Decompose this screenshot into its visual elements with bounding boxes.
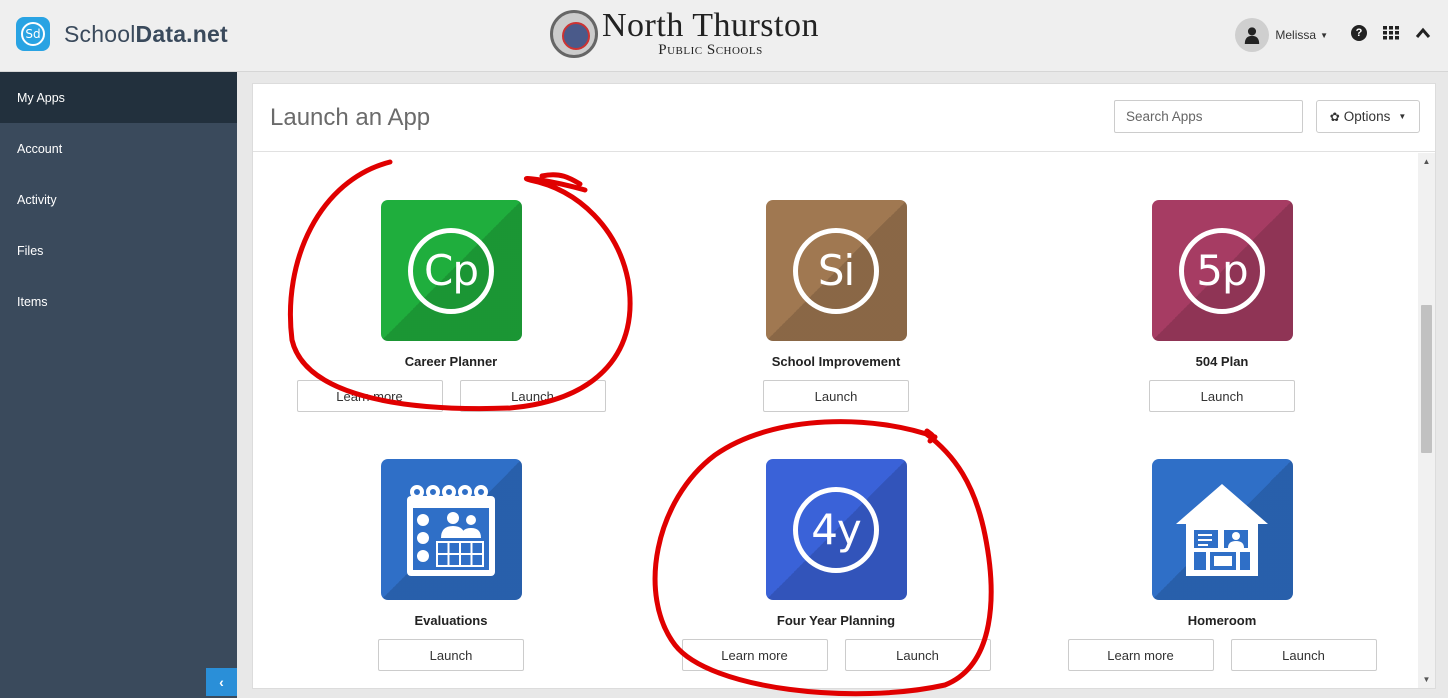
panel-header: Launch an App ✿ Options ▼ bbox=[253, 84, 1435, 152]
school-improvement-glyph: Si bbox=[793, 227, 879, 314]
brand-logo-text: Sd bbox=[21, 22, 45, 46]
caret-down-icon: ▼ bbox=[1398, 112, 1407, 121]
district-name: North Thurston bbox=[602, 7, 819, 44]
scroll-down-icon[interactable]: ▼ bbox=[1418, 671, 1435, 688]
launch-button[interactable]: Launch bbox=[763, 380, 909, 412]
brand[interactable]: Sd SchoolData.net bbox=[16, 17, 228, 51]
options-dropdown-button[interactable]: ✿ Options ▼ bbox=[1316, 100, 1420, 133]
user-name: Melissa bbox=[1275, 28, 1317, 42]
launch-app-panel: Launch an App ✿ Options ▼ Cp Career Plan… bbox=[252, 83, 1436, 689]
app-name: Evaluations bbox=[414, 613, 488, 628]
gear-icon: ✿ bbox=[1329, 109, 1340, 124]
chevron-up-icon[interactable] bbox=[1414, 24, 1432, 42]
district-subtitle: Public Schools bbox=[658, 42, 763, 58]
school-improvement-icon[interactable]: Si bbox=[765, 200, 907, 341]
evaluations-icon[interactable] bbox=[380, 459, 522, 600]
sidebar-item-label: Items bbox=[17, 294, 48, 309]
brand-name: SchoolData.net bbox=[64, 21, 228, 48]
options-label: Options bbox=[1343, 109, 1391, 124]
help-icon[interactable]: ? bbox=[1350, 24, 1368, 42]
sidebar-item-label: Activity bbox=[17, 192, 57, 207]
sidebar-item-label: My Apps bbox=[17, 90, 65, 105]
user-icon bbox=[1235, 18, 1270, 52]
sidebar-item-files[interactable]: Files bbox=[0, 225, 237, 276]
sidebar-item-items[interactable]: Items bbox=[0, 276, 237, 327]
apps-grid: Cp Career Planner Learn more Launch Si S… bbox=[253, 153, 1435, 688]
sidebar-item-account[interactable]: Account bbox=[0, 123, 237, 174]
app-name: School Improvement bbox=[771, 354, 901, 369]
brand-name-bold: Data.net bbox=[135, 20, 228, 47]
sidebar: My Apps Account Activity Files Items ‹ bbox=[0, 72, 237, 698]
schooldata-logo-icon: Sd bbox=[16, 17, 50, 51]
launch-button[interactable]: Launch bbox=[1149, 380, 1295, 412]
four-year-planning-icon[interactable]: 4y bbox=[765, 459, 907, 600]
launch-button[interactable]: Launch bbox=[1230, 639, 1377, 671]
app-name: 504 Plan bbox=[1195, 354, 1249, 369]
career-planner-glyph: Cp bbox=[408, 227, 494, 314]
scroll-up-icon[interactable]: ▲ bbox=[1418, 153, 1435, 170]
district-seal-icon bbox=[550, 10, 598, 58]
launch-button[interactable]: Launch bbox=[459, 380, 606, 412]
district-logo: North Thurston Public Schools bbox=[550, 7, 819, 58]
search-input[interactable] bbox=[1114, 100, 1303, 133]
launch-button[interactable]: Launch bbox=[378, 639, 524, 671]
app-tile-homeroom: Homeroom Learn more Launch bbox=[1052, 459, 1392, 671]
sidebar-item-activity[interactable]: Activity bbox=[0, 174, 237, 225]
top-header: Sd SchoolData.net North Thurston Public … bbox=[0, 0, 1448, 72]
chevron-left-icon: ‹ bbox=[219, 674, 224, 690]
learn-more-button[interactable]: Learn more bbox=[1067, 639, 1214, 671]
four-year-planning-glyph: 4y bbox=[793, 486, 879, 573]
app-tile-four-year-planning: 4y Four Year Planning Learn more Launch bbox=[666, 459, 1006, 671]
brand-name-prefix: School bbox=[64, 20, 136, 47]
user-menu[interactable]: Melissa ▼ bbox=[1235, 18, 1328, 52]
vertical-scrollbar[interactable]: ▲ ▼ bbox=[1418, 153, 1435, 688]
app-name: Career Planner bbox=[404, 354, 498, 369]
learn-more-button[interactable]: Learn more bbox=[681, 639, 828, 671]
learn-more-button[interactable]: Learn more bbox=[296, 380, 443, 412]
calendar-checklist-icon bbox=[407, 484, 495, 576]
app-name: Homeroom bbox=[1187, 613, 1257, 628]
page-title: Launch an App bbox=[270, 104, 431, 131]
scrollbar-thumb[interactable] bbox=[1421, 305, 1432, 453]
app-tile-evaluations: Evaluations Launch bbox=[281, 459, 621, 671]
app-tile-504-plan: 5p 504 Plan Launch bbox=[1052, 200, 1392, 412]
app-tile-career-planner: Cp Career Planner Learn more Launch bbox=[281, 200, 621, 412]
launch-button[interactable]: Launch bbox=[844, 639, 991, 671]
apps-grid-icon[interactable] bbox=[1382, 24, 1400, 42]
sidebar-item-my-apps[interactable]: My Apps bbox=[0, 72, 237, 123]
homeroom-icon[interactable] bbox=[1151, 459, 1293, 600]
504-plan-glyph: 5p bbox=[1179, 227, 1265, 314]
collapse-sidebar-button[interactable]: ‹ bbox=[206, 668, 237, 696]
app-tile-school-improvement: Si School Improvement Launch bbox=[666, 200, 1006, 412]
504-plan-icon[interactable]: 5p bbox=[1151, 200, 1293, 341]
sidebar-item-label: Account bbox=[17, 141, 63, 156]
caret-down-icon: ▼ bbox=[1320, 30, 1328, 40]
house-icon bbox=[1176, 483, 1268, 576]
career-planner-icon[interactable]: Cp bbox=[380, 200, 522, 341]
app-name: Four Year Planning bbox=[776, 613, 896, 628]
sidebar-item-label: Files bbox=[17, 243, 44, 258]
